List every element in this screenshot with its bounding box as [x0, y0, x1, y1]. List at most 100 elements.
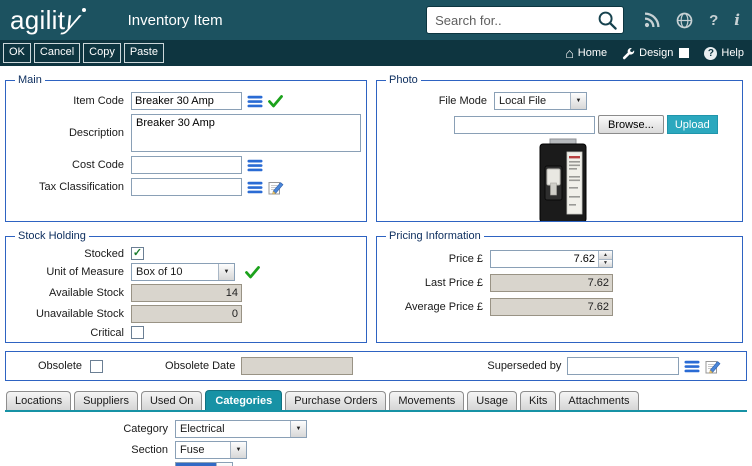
unavailable-stock-row: Unavailable Stock: [11, 305, 361, 323]
last-price-field: [490, 274, 613, 292]
dropdown-arrow-icon[interactable]: ▼: [218, 264, 234, 280]
tab-suppliers[interactable]: Suppliers: [74, 391, 138, 410]
subsection-select[interactable]: (NULL) ▼: [175, 462, 233, 466]
unit-of-measure-select[interactable]: Box of 10 ▼: [131, 263, 235, 281]
unit-of-measure-value: Box of 10: [132, 264, 218, 280]
tax-classification-row: Tax Classification: [11, 178, 361, 196]
description-input[interactable]: Breaker 30 Amp: [131, 114, 361, 152]
cost-code-row: Cost Code: [11, 156, 361, 174]
tax-classification-input[interactable]: [131, 178, 242, 196]
search-input[interactable]: [435, 13, 593, 28]
photo-section: Photo File Mode Local File ▼ Browse... U…: [376, 74, 743, 222]
stock-holding-section: Stock Holding Stocked ✓ Unit of Measure …: [5, 230, 367, 343]
stocked-row: Stocked ✓: [11, 247, 361, 260]
help-button[interactable]: ? Help: [704, 47, 744, 60]
help-circle-icon: ?: [704, 47, 717, 60]
app-header: agility Inventory Item ? i: [0, 0, 752, 40]
tab-movements[interactable]: Movements: [389, 391, 464, 410]
ok-button[interactable]: OK: [3, 43, 31, 62]
cancel-button[interactable]: Cancel: [34, 43, 80, 62]
tab-categories[interactable]: Categories: [205, 390, 282, 410]
search-box: [426, 6, 624, 34]
home-button[interactable]: ⌂ Home: [565, 46, 607, 60]
price-spinner: ▲ ▼: [598, 251, 612, 267]
price-row: Price £ ▲ ▼: [382, 250, 737, 268]
paste-button[interactable]: Paste: [124, 43, 164, 62]
search-icon[interactable]: [597, 10, 618, 31]
stocked-checkbox[interactable]: ✓: [131, 247, 144, 260]
browse-button[interactable]: Browse...: [598, 115, 664, 134]
section-value: Fuse: [176, 442, 230, 458]
page-title: Inventory Item: [128, 12, 223, 29]
lookup-list-icon[interactable]: [247, 159, 263, 172]
top-row: Main Item Code Description Breaker 30 Am…: [5, 74, 747, 222]
tab-kits[interactable]: Kits: [520, 391, 556, 410]
header-icon-group: ? i: [644, 11, 740, 29]
last-price-label: Last Price £: [382, 277, 490, 289]
last-price-row: Last Price £: [382, 274, 737, 292]
copy-button[interactable]: Copy: [83, 43, 121, 62]
available-stock-row: Available Stock: [11, 284, 361, 302]
logo-stylized-y: y: [63, 7, 84, 33]
tab-used-on[interactable]: Used On: [141, 391, 202, 410]
stock-holding-legend: Stock Holding: [15, 230, 89, 242]
available-stock-field: [131, 284, 242, 302]
subsection-row: Subsection (NULL) ▼: [5, 462, 747, 466]
obsolete-checkbox[interactable]: [90, 360, 103, 373]
file-mode-select[interactable]: Local File ▼: [494, 92, 587, 110]
file-mode-row: File Mode Local File ▼: [382, 92, 737, 110]
category-select[interactable]: Electrical ▼: [175, 420, 307, 438]
item-code-input[interactable]: [131, 92, 242, 110]
inventory-item-window: agility Inventory Item ? i OK Cancel Cop…: [0, 0, 752, 466]
design-checkbox[interactable]: [679, 48, 689, 58]
file-upload-row: Browse... Upload: [454, 115, 737, 134]
lookup-list-icon[interactable]: [247, 95, 263, 108]
item-code-label: Item Code: [11, 95, 131, 107]
logo-dot: [82, 8, 86, 12]
tax-classification-label: Tax Classification: [11, 181, 131, 193]
critical-checkbox[interactable]: [131, 326, 144, 339]
price-input-group: ▲ ▼: [490, 250, 613, 268]
lookup-list-icon[interactable]: [247, 181, 263, 194]
lookup-list-icon[interactable]: [684, 360, 700, 373]
spinner-up-icon[interactable]: ▲: [599, 251, 612, 260]
home-label: Home: [578, 47, 607, 59]
average-price-field: [490, 298, 613, 316]
dropdown-arrow-icon[interactable]: ▼: [290, 421, 306, 437]
info-icon[interactable]: i: [734, 11, 740, 29]
spinner-down-icon[interactable]: ▼: [599, 260, 612, 268]
design-button[interactable]: Design: [622, 47, 689, 60]
critical-label: Critical: [11, 327, 131, 339]
dropdown-arrow-icon[interactable]: ▼: [570, 93, 586, 109]
tab-bar: Locations Suppliers Used On Categories P…: [5, 390, 747, 412]
superseded-by-label: Superseded by: [487, 360, 561, 372]
unavailable-stock-label: Unavailable Stock: [11, 308, 131, 320]
rss-icon[interactable]: [644, 12, 660, 28]
edit-icon[interactable]: [705, 359, 721, 374]
check-mark-icon: ✓: [133, 248, 142, 259]
main-section-legend: Main: [15, 74, 45, 86]
price-input[interactable]: [491, 251, 598, 267]
logo-text: agilit: [10, 7, 65, 33]
item-photo: [520, 138, 737, 222]
toolbar: OK Cancel Copy Paste ⌂ Home Design ? Hel…: [0, 40, 752, 66]
superseded-by-input[interactable]: [567, 357, 679, 375]
tab-locations[interactable]: Locations: [6, 391, 71, 410]
app-logo: agility: [10, 7, 80, 33]
globe-icon[interactable]: [676, 12, 693, 29]
section-row: Section Fuse ▼: [5, 441, 747, 459]
tab-attachments[interactable]: Attachments: [559, 391, 638, 410]
file-path-input[interactable]: [454, 116, 595, 134]
photo-section-legend: Photo: [386, 74, 421, 86]
tab-purchase-orders[interactable]: Purchase Orders: [285, 391, 386, 410]
edit-icon[interactable]: [268, 180, 284, 195]
average-price-label: Average Price £: [382, 301, 490, 313]
section-select[interactable]: Fuse ▼: [175, 441, 247, 459]
upload-button[interactable]: Upload: [667, 115, 718, 134]
dropdown-arrow-icon[interactable]: ▼: [230, 442, 246, 458]
help-icon[interactable]: ?: [709, 12, 718, 29]
cost-code-input[interactable]: [131, 156, 242, 174]
tab-usage[interactable]: Usage: [467, 391, 517, 410]
valid-check-icon: [268, 95, 283, 108]
category-value: Electrical: [176, 421, 290, 437]
